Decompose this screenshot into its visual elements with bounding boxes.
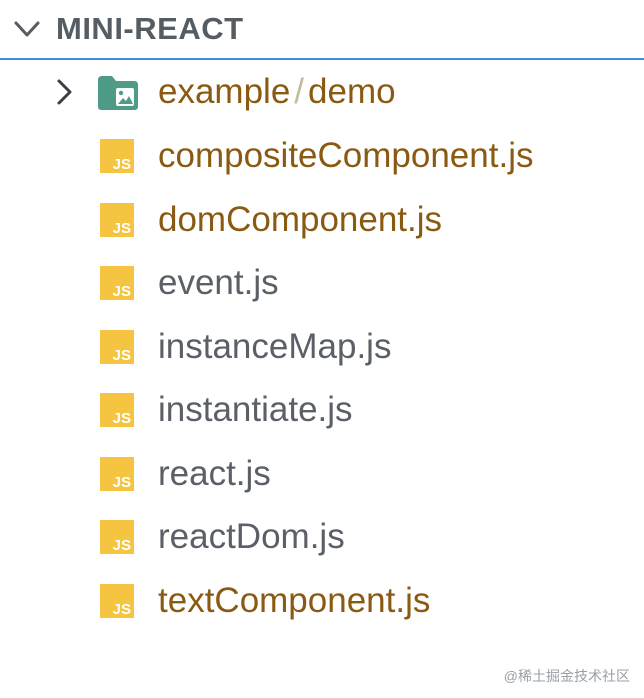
js-file-icon: JS [100, 457, 134, 491]
js-file-icon: JS [100, 393, 134, 427]
folder-label: example / demo [158, 68, 396, 116]
js-file-icon: JS [100, 266, 134, 300]
file-name: textComponent.js [158, 581, 431, 620]
file-name: react.js [158, 454, 271, 493]
file-row[interactable]: JS reactDom.js [0, 507, 644, 569]
svg-text:JS: JS [113, 347, 131, 364]
svg-text:JS: JS [113, 283, 131, 300]
explorer-title: MINI-REACT [56, 11, 244, 46]
file-row[interactable]: JS react.js [0, 444, 644, 506]
file-name: instantiate.js [158, 390, 353, 429]
explorer-header[interactable]: MINI-REACT [0, 0, 644, 60]
js-file-icon: JS [100, 139, 134, 173]
file-name: instanceMap.js [158, 327, 392, 366]
js-file-icon: JS [100, 203, 134, 237]
path-separator: / [294, 72, 305, 111]
file-name: compositeComponent.js [158, 136, 534, 175]
folder-parent-name: example [158, 72, 291, 111]
watermark: @稀土掘金技术社区 [503, 668, 630, 684]
file-row[interactable]: JS instantiate.js [0, 380, 644, 442]
svg-text:JS: JS [113, 537, 131, 554]
svg-text:JS: JS [113, 410, 131, 427]
svg-text:JS: JS [113, 601, 131, 618]
js-file-icon: JS [100, 520, 134, 554]
svg-text:JS: JS [113, 156, 131, 173]
file-row[interactable]: JS compositeComponent.js [0, 126, 644, 188]
js-file-icon: JS [100, 330, 134, 364]
folder-row-example-demo[interactable]: example / demo [0, 62, 644, 124]
file-row[interactable]: JS domComponent.js [0, 190, 644, 252]
file-name: reactDom.js [158, 517, 345, 556]
image-folder-icon [98, 76, 138, 110]
svg-text:JS: JS [113, 474, 131, 491]
chevron-right-icon[interactable] [52, 76, 76, 108]
file-name: domComponent.js [158, 200, 443, 239]
svg-text:JS: JS [113, 220, 131, 237]
file-row[interactable]: JS textComponent.js [0, 571, 644, 633]
js-file-icon: JS [100, 584, 134, 618]
file-name: event.js [158, 263, 279, 302]
folder-child-name: demo [308, 72, 396, 111]
chevron-down-icon[interactable] [12, 16, 42, 42]
file-row[interactable]: JS event.js [0, 253, 644, 315]
file-row[interactable]: JS instanceMap.js [0, 317, 644, 379]
